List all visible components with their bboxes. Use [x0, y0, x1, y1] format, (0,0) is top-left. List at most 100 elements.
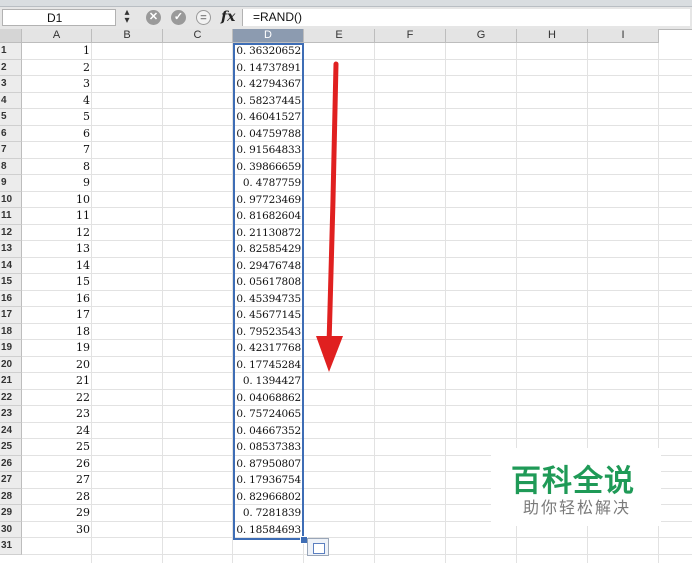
gridline	[22, 108, 692, 109]
row-header-14[interactable]: 14	[0, 257, 22, 274]
cell-a5[interactable]: 5	[22, 109, 90, 126]
cell-a9[interactable]: 9	[22, 175, 90, 192]
row-header-31[interactable]: 31	[0, 538, 22, 555]
row-header-30[interactable]: 30	[0, 521, 22, 538]
row-header-22[interactable]: 22	[0, 389, 22, 406]
gridline	[22, 190, 692, 192]
gridline	[22, 240, 692, 241]
cell-a16[interactable]: 16	[22, 291, 90, 308]
gridline	[22, 388, 692, 390]
cell-a18[interactable]: 18	[22, 324, 90, 341]
fx-icon[interactable]: fx	[221, 9, 235, 25]
column-header-c[interactable]: C	[163, 29, 233, 43]
gridline	[22, 273, 692, 274]
name-box[interactable]: D1	[2, 9, 116, 26]
row-header-6[interactable]: 6	[0, 125, 22, 142]
cell-a24[interactable]: 24	[22, 423, 90, 440]
row-header-11[interactable]: 11	[0, 208, 22, 225]
gridline	[22, 256, 692, 258]
cell-a27[interactable]: 27	[22, 472, 90, 489]
gridline	[22, 322, 692, 324]
gridline	[22, 223, 692, 225]
confirm-icon[interactable]: ✓	[171, 10, 186, 25]
row-header-16[interactable]: 16	[0, 290, 22, 307]
cell-a28[interactable]: 28	[22, 489, 90, 506]
gridline	[22, 537, 692, 538]
column-header-e[interactable]: E	[304, 29, 375, 43]
row-header-17[interactable]: 17	[0, 307, 22, 324]
cancel-icon[interactable]: ✕	[146, 10, 161, 25]
gridline	[162, 43, 163, 563]
cell-a21[interactable]: 21	[22, 373, 90, 390]
row-header-19[interactable]: 19	[0, 340, 22, 357]
cell-a17[interactable]: 17	[22, 307, 90, 324]
gridline	[22, 91, 692, 93]
row-header-23[interactable]: 23	[0, 406, 22, 423]
cell-a20[interactable]: 20	[22, 357, 90, 374]
row-header-18[interactable]: 18	[0, 323, 22, 340]
row-header-15[interactable]: 15	[0, 274, 22, 291]
row-header-2[interactable]: 2	[0, 59, 22, 76]
formula-bar: D1 ▴ ▾ ✕ ✓ = fx =RAND()	[0, 7, 692, 30]
cell-a10[interactable]: 10	[22, 192, 90, 209]
row-header-25[interactable]: 25	[0, 439, 22, 456]
cell-a26[interactable]: 26	[22, 456, 90, 473]
row-header-26[interactable]: 26	[0, 455, 22, 472]
gridline	[22, 355, 692, 357]
column-header-f[interactable]: F	[375, 29, 446, 43]
row-header-20[interactable]: 20	[0, 356, 22, 373]
formula-input[interactable]: =RAND()	[242, 9, 690, 26]
cell-a15[interactable]: 15	[22, 274, 90, 291]
row-header-4[interactable]: 4	[0, 92, 22, 109]
row-header-5[interactable]: 5	[0, 109, 22, 126]
name-box-dropdown-icon[interactable]: ▴ ▾	[120, 8, 134, 26]
row-header-29[interactable]: 29	[0, 505, 22, 522]
row-header-10[interactable]: 10	[0, 191, 22, 208]
gridline	[445, 43, 446, 563]
paste-options-icon[interactable]	[307, 538, 329, 556]
row-header-8[interactable]: 8	[0, 158, 22, 175]
gridline	[22, 141, 692, 142]
cell-a2[interactable]: 2	[22, 60, 90, 77]
formula-text: =RAND()	[253, 10, 303, 24]
cell-a3[interactable]: 3	[22, 76, 90, 93]
cell-a11[interactable]: 11	[22, 208, 90, 225]
cell-a12[interactable]: 12	[22, 225, 90, 242]
cell-a19[interactable]: 19	[22, 340, 90, 357]
column-header-g[interactable]: G	[446, 29, 517, 43]
cell-a14[interactable]: 14	[22, 258, 90, 275]
row-header-24[interactable]: 24	[0, 422, 22, 439]
row-header-28[interactable]: 28	[0, 488, 22, 505]
function-wizard-icon[interactable]: =	[196, 10, 211, 25]
row-header-27[interactable]: 27	[0, 472, 22, 489]
row-header-12[interactable]: 12	[0, 224, 22, 241]
cell-a23[interactable]: 23	[22, 406, 90, 423]
arrow-head	[316, 336, 343, 372]
cell-a22[interactable]: 22	[22, 390, 90, 407]
column-header-a[interactable]: A	[22, 29, 92, 43]
gridline	[22, 75, 692, 76]
cell-a7[interactable]: 7	[22, 142, 90, 159]
cell-a6[interactable]: 6	[22, 126, 90, 143]
column-header-b[interactable]: B	[92, 29, 163, 43]
row-header-21[interactable]: 21	[0, 373, 22, 390]
column-header-i[interactable]: I	[588, 29, 659, 43]
gridline	[374, 43, 375, 563]
row-header-7[interactable]: 7	[0, 142, 22, 159]
row-header-1[interactable]: 1	[0, 43, 22, 60]
cell-a13[interactable]: 13	[22, 241, 90, 258]
row-header-9[interactable]: 9	[0, 175, 22, 192]
watermark-subtitle: 助你轻松解决	[523, 498, 632, 517]
cell-a29[interactable]: 29	[22, 505, 90, 522]
cell-a30[interactable]: 30	[22, 522, 90, 539]
column-header-d[interactable]: D	[233, 29, 304, 43]
row-header-3[interactable]: 3	[0, 76, 22, 93]
gridline	[22, 207, 692, 208]
cell-a4[interactable]: 4	[22, 93, 90, 110]
row-header-13[interactable]: 13	[0, 241, 22, 258]
select-all-corner[interactable]	[0, 29, 22, 43]
column-header-h[interactable]: H	[517, 29, 588, 43]
cell-a25[interactable]: 25	[22, 439, 90, 456]
cell-a8[interactable]: 8	[22, 159, 90, 176]
cell-a1[interactable]: 1	[22, 43, 90, 60]
